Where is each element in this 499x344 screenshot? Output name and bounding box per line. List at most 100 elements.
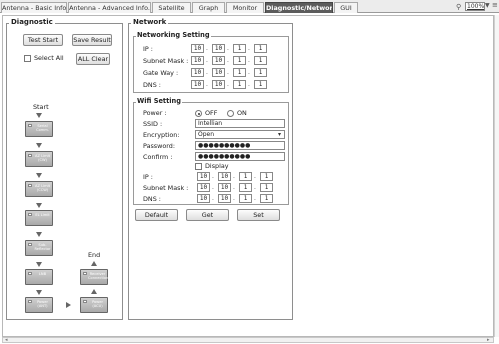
step-receiver-connection[interactable]: Receiver Connection bbox=[80, 269, 108, 285]
default-button[interactable]: Default bbox=[135, 209, 178, 221]
all-clear-button[interactable]: ALL Clear bbox=[76, 53, 110, 65]
step-indicator[interactable] bbox=[83, 272, 87, 275]
step-indicator[interactable] bbox=[28, 272, 32, 275]
step-indicator[interactable] bbox=[28, 154, 32, 157]
wifi-subnet-octet-3[interactable]: 1 bbox=[239, 183, 252, 192]
step-indicator[interactable] bbox=[28, 243, 32, 246]
window-menu-icon[interactable]: ≡ bbox=[492, 1, 498, 9]
tab-gui[interactable]: GUI bbox=[334, 2, 358, 13]
tab-graph[interactable]: Graph bbox=[192, 2, 225, 13]
step-sub-reflector[interactable]: Sub-Reflector bbox=[25, 240, 53, 256]
wifi-ip-octet-3[interactable]: 1 bbox=[239, 172, 252, 181]
ip-octet-4[interactable]: 1 bbox=[254, 44, 267, 53]
wifi-subnet-mask-label: Subnet Mask : bbox=[143, 184, 189, 192]
vertical-scrollbar[interactable] bbox=[494, 15, 499, 337]
step-az-limit-ccw[interactable]: AZ Limit (CCW) bbox=[25, 181, 53, 197]
diagnostic-title: Diagnostic bbox=[9, 18, 55, 26]
ip-octet-2[interactable]: 10 bbox=[212, 44, 225, 53]
step-az-limit-cw[interactable]: AZ Limit (CW) bbox=[25, 151, 53, 167]
wifi-ip-octet-2[interactable]: 10 bbox=[218, 172, 231, 181]
chevron-down-icon[interactable]: ▾ bbox=[278, 131, 281, 138]
ip-octet-1[interactable]: 10 bbox=[191, 44, 204, 53]
arrow-down-icon bbox=[36, 173, 42, 178]
chevron-down-icon[interactable]: ▼ bbox=[485, 2, 490, 9]
arrow-down-icon bbox=[36, 290, 42, 295]
network-title: Network bbox=[131, 18, 169, 26]
tab-bar: Antenna - Basic Info. Antenna - Advanced… bbox=[0, 0, 499, 13]
step-label: Sub-Reflector bbox=[34, 243, 51, 252]
zoom-icon: ⚲ bbox=[456, 3, 462, 11]
wifi-subnet-octet-4[interactable]: 1 bbox=[260, 183, 273, 192]
set-button[interactable]: Set bbox=[237, 209, 280, 221]
step-indicator[interactable] bbox=[28, 184, 32, 187]
power-off-radio[interactable] bbox=[195, 110, 202, 117]
power-on-radio[interactable] bbox=[227, 110, 234, 117]
horizontal-scrollbar[interactable]: ◂ ▸ bbox=[2, 337, 494, 343]
step-el-limit[interactable]: EL Limit bbox=[25, 210, 53, 226]
wifi-ip-octet-1[interactable]: 10 bbox=[197, 172, 210, 181]
step-indicator[interactable] bbox=[28, 124, 32, 127]
subnet-octet-3[interactable]: 1 bbox=[233, 56, 246, 65]
step-label: AZ Limit (CCW) bbox=[35, 184, 50, 193]
get-button[interactable]: Get bbox=[186, 209, 229, 221]
subnet-octet-2[interactable]: 10 bbox=[212, 56, 225, 65]
save-result-button[interactable]: Save Result bbox=[72, 34, 112, 46]
tab-antenna-basic-info[interactable]: Antenna - Basic Info. bbox=[1, 2, 67, 13]
select-all-checkbox[interactable] bbox=[24, 55, 31, 62]
wifi-dns-octet-2[interactable]: 10 bbox=[218, 194, 231, 203]
step-label: Serial Comm. bbox=[36, 124, 49, 133]
ssid-label: SSID : bbox=[143, 120, 163, 128]
tab-antenna-advanced-info[interactable]: Antenna - Advanced Info. bbox=[68, 2, 151, 13]
subnet-octet-4[interactable]: 1 bbox=[254, 56, 267, 65]
scroll-right-icon[interactable]: ▸ bbox=[487, 337, 490, 343]
step-serial-comm[interactable]: Serial Comm. bbox=[25, 121, 53, 137]
dns-label: DNS : bbox=[143, 81, 161, 89]
dns-octet-2[interactable]: 10 bbox=[212, 80, 225, 89]
password-input[interactable]: ●●●●●●●●●● bbox=[195, 141, 285, 150]
dns-octet-4[interactable]: 1 bbox=[254, 80, 267, 89]
dns-octet-1[interactable]: 10 bbox=[191, 80, 204, 89]
end-label: End bbox=[88, 251, 101, 259]
ssid-input[interactable]: Intellian bbox=[195, 119, 285, 128]
gateway-octet-4[interactable]: 1 bbox=[254, 68, 267, 77]
step-power-acu[interactable]: Power (ACU) bbox=[80, 297, 108, 313]
wifi-subnet-octet-1[interactable]: 10 bbox=[197, 183, 210, 192]
gateway-octet-1[interactable]: 10 bbox=[191, 68, 204, 77]
power-on-label: ON bbox=[237, 109, 247, 117]
zoom-select[interactable]: 100% bbox=[465, 2, 485, 11]
step-label: AZ Limit (CW) bbox=[35, 154, 50, 163]
step-indicator[interactable] bbox=[28, 300, 32, 303]
arrow-down-icon bbox=[36, 113, 42, 118]
step-lnb[interactable]: LNB bbox=[25, 269, 53, 285]
ip-label: IP : bbox=[143, 45, 153, 53]
tab-satellite[interactable]: Satellite bbox=[152, 2, 191, 13]
tab-monitor[interactable]: Monitor bbox=[226, 2, 264, 13]
wifi-dns-octet-4[interactable]: 1 bbox=[260, 194, 273, 203]
arrow-down-icon bbox=[36, 143, 42, 148]
step-indicator[interactable] bbox=[83, 300, 87, 303]
test-start-button[interactable]: Test Start bbox=[23, 34, 63, 46]
power-off-label: OFF bbox=[205, 109, 218, 117]
wifi-dns-octet-3[interactable]: 1 bbox=[239, 194, 252, 203]
wifi-dns-octet-1[interactable]: 10 bbox=[197, 194, 210, 203]
gateway-octet-2[interactable]: 10 bbox=[212, 68, 225, 77]
password-label: Password: bbox=[143, 142, 176, 150]
subnet-octet-1[interactable]: 10 bbox=[191, 56, 204, 65]
step-power-ant[interactable]: Power (ANT) bbox=[25, 297, 53, 313]
wifi-ip-octet-4[interactable]: 1 bbox=[260, 172, 273, 181]
encryption-select[interactable]: Open bbox=[195, 130, 285, 139]
step-indicator[interactable] bbox=[28, 213, 32, 216]
scroll-left-icon[interactable]: ◂ bbox=[5, 337, 8, 343]
display-password-checkbox[interactable] bbox=[195, 163, 202, 170]
gateway-octet-3[interactable]: 1 bbox=[233, 68, 246, 77]
encryption-label: Encryption: bbox=[143, 131, 180, 139]
confirm-password-input[interactable]: ●●●●●●●●●● bbox=[195, 152, 285, 161]
tab-diagnostic-network[interactable]: Diagnostic/Network bbox=[265, 2, 333, 13]
gateway-label: Gate Way : bbox=[143, 69, 179, 77]
wifi-subnet-octet-2[interactable]: 10 bbox=[218, 183, 231, 192]
dns-octet-3[interactable]: 1 bbox=[233, 80, 246, 89]
step-label: EL Limit bbox=[35, 213, 50, 217]
arrow-down-icon bbox=[36, 203, 42, 208]
start-label: Start bbox=[33, 103, 49, 111]
ip-octet-3[interactable]: 1 bbox=[233, 44, 246, 53]
